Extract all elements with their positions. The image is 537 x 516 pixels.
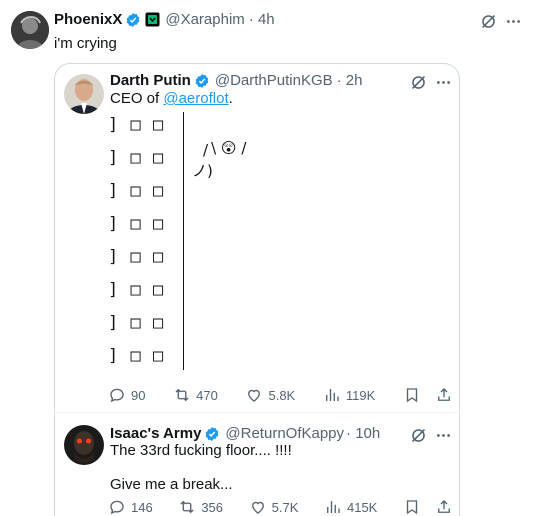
- text-suffix: .: [228, 90, 233, 107]
- handle[interactable]: @Xaraphim: [165, 11, 244, 28]
- reply-text-line1: The 33rd fucking floor.... !!!!: [110, 442, 292, 459]
- post-text: CEO of @aeroflot.: [110, 90, 233, 107]
- views-count: 119K: [345, 387, 376, 403]
- repost-icon: [178, 498, 196, 516]
- art-arm-left: \: [211, 139, 217, 157]
- like-count: 5.7K: [271, 499, 299, 515]
- mention-link[interactable]: @aeroflot: [163, 90, 228, 107]
- reply-button[interactable]: 90: [108, 386, 145, 404]
- views-button[interactable]: 415K: [324, 498, 377, 516]
- reply-button[interactable]: 146: [108, 498, 153, 516]
- more-icon[interactable]: [505, 13, 522, 30]
- repost-count: 356: [201, 499, 224, 515]
- post-header: Isaac's Army @ReturnOfKappy · 10h: [110, 425, 380, 442]
- repost-icon: [173, 386, 191, 404]
- art-arm-right: /: [241, 139, 247, 157]
- like-icon: [249, 498, 267, 516]
- ascii-row: ] □ □: [108, 280, 165, 300]
- ascii-row: ] □ □: [108, 346, 165, 366]
- display-name[interactable]: Isaac's Army: [110, 425, 201, 442]
- like-icon: [245, 386, 263, 404]
- like-count: 5.8K: [268, 387, 296, 403]
- shocked-face-emoji: 😲: [220, 139, 237, 157]
- post-text: i'm crying: [54, 35, 117, 52]
- views-button[interactable]: 119K: [323, 386, 375, 404]
- post-header: PhoenixX @Xaraphim · 4h: [54, 11, 275, 28]
- tweet: PhoenixX @Xaraphim · 4h i'm crying Darth…: [0, 0, 537, 516]
- elevator-shaft-line: [183, 112, 184, 370]
- grok-icon[interactable]: [410, 427, 427, 444]
- share-icon[interactable]: [435, 386, 453, 404]
- timestamp[interactable]: · 4h: [249, 11, 275, 28]
- like-button[interactable]: 5.8K: [245, 386, 295, 404]
- views-count: 415K: [346, 499, 378, 515]
- views-icon: [323, 386, 341, 404]
- ascii-row: ] □ □: [108, 313, 165, 333]
- right-actions: [403, 386, 453, 404]
- action-bar: 146 356 5.7K 415K: [108, 496, 453, 516]
- art-legs: ノ): [192, 162, 213, 180]
- reply-count: 90: [131, 387, 146, 403]
- divider: [54, 412, 460, 413]
- ascii-row: ] □ □: [108, 148, 165, 168]
- timestamp[interactable]: · 10h: [346, 425, 380, 442]
- views-icon: [324, 498, 342, 516]
- more-icon[interactable]: [435, 427, 452, 444]
- share-icon[interactable]: [435, 498, 453, 516]
- handle[interactable]: @DarthPutinKGB: [215, 72, 333, 89]
- ascii-row: ] □ □: [108, 214, 165, 234]
- like-button[interactable]: 5.7K: [249, 498, 299, 516]
- avatar[interactable]: [64, 74, 104, 114]
- art-body: /: [203, 141, 209, 159]
- bookmark-icon[interactable]: [403, 386, 421, 404]
- action-bar: 90 470 5.8K 119K: [108, 384, 453, 406]
- repost-button[interactable]: 356: [178, 498, 223, 516]
- grok-icon[interactable]: [480, 13, 497, 30]
- repost-button[interactable]: 470: [173, 386, 218, 404]
- reply-count: 146: [131, 499, 153, 515]
- post-header: Darth Putin @DarthPutinKGB · 2h: [110, 72, 362, 89]
- timestamp[interactable]: · 2h: [337, 72, 363, 89]
- reply-icon: [108, 498, 126, 516]
- repost-count: 470: [196, 387, 218, 403]
- verified-icon: [194, 73, 210, 89]
- more-icon[interactable]: [435, 74, 452, 91]
- display-name[interactable]: PhoenixX: [54, 11, 122, 28]
- grok-icon[interactable]: [410, 74, 427, 91]
- right-actions: [403, 498, 453, 516]
- ascii-row: ] □ □: [108, 247, 165, 267]
- affiliate-badge-icon[interactable]: [145, 12, 160, 27]
- text-prefix: CEO of: [110, 90, 164, 107]
- bookmark-icon[interactable]: [403, 498, 421, 516]
- handle[interactable]: @ReturnOfKappy: [225, 425, 344, 442]
- verified-icon: [204, 426, 220, 442]
- verified-icon: [125, 12, 141, 28]
- ascii-row: ] □ □: [108, 181, 165, 201]
- ascii-row: ] □ □: [108, 115, 165, 135]
- display-name[interactable]: Darth Putin: [110, 72, 191, 89]
- reply-icon: [108, 386, 126, 404]
- reply-text-line2: Give me a break...: [110, 476, 233, 493]
- avatar[interactable]: [64, 425, 104, 465]
- avatar[interactable]: [11, 11, 49, 49]
